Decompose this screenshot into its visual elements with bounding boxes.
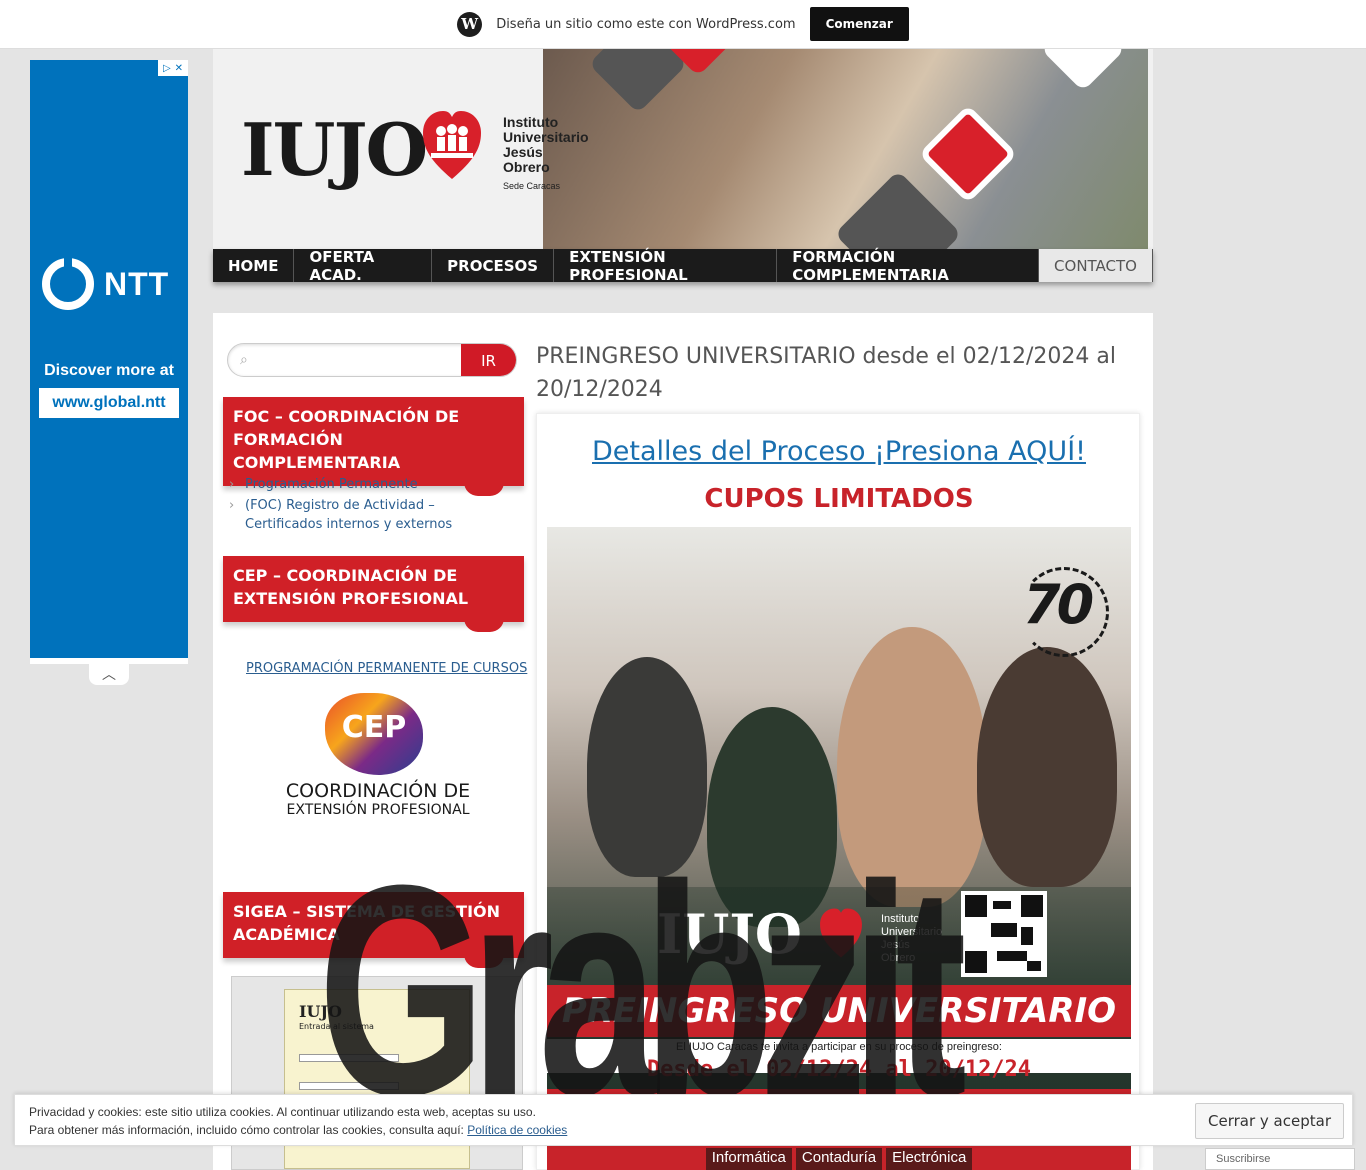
nav-item-procesos[interactable]: PROCESOS xyxy=(432,249,555,282)
adchoices-triangle-icon[interactable]: ▷ xyxy=(163,63,171,74)
poster-institute-line: Obrero xyxy=(881,952,916,964)
sigea-field xyxy=(299,1082,399,1090)
cep-logo-text: CEP xyxy=(341,710,407,745)
fe-y-alegria-heart-icon xyxy=(423,111,481,179)
sigea-subtitle: Entrada al sistema xyxy=(299,1022,374,1031)
limited-slots-text: CUPOS LIMITADOS xyxy=(704,484,974,514)
process-details-link[interactable]: Detalles del Proceso ¡Presiona AQUÍ! xyxy=(537,436,1141,467)
qr-module xyxy=(997,951,1027,961)
poster-institute-line: Jesús xyxy=(881,939,910,951)
chevron-up-icon[interactable]: ︿ xyxy=(89,663,129,685)
nav-item-home[interactable]: HOME xyxy=(213,249,295,282)
cookie-accept-button[interactable]: Cerrar y aceptar xyxy=(1195,1103,1344,1139)
widget-title-text: CEP – COORDINACIÓN DE EXTENSIÓN PROFESIO… xyxy=(233,566,469,608)
poster-heart-icon xyxy=(820,908,862,958)
list-item-link[interactable]: (FOC) Registro de Actividad – Certificad… xyxy=(227,496,507,534)
poster-institute-line: Universitario xyxy=(881,926,943,938)
iujo-logo-text: IUJO xyxy=(241,107,428,192)
poster-careers: Informática Contaduría Electrónica xyxy=(547,1145,1131,1170)
widget-title-text: SIGEA – SISTEMA DE GESTIÓN ACADÉMICA xyxy=(233,902,501,944)
qr-finder xyxy=(965,951,987,973)
poster-iujo-logo: IUJO xyxy=(657,902,802,966)
poster-dates: Desde el 02/12/24 al 20/12/24 xyxy=(646,1057,1032,1082)
wordpress-promo-bar: W Diseña un sitio como este con WordPres… xyxy=(0,0,1366,49)
student-figure xyxy=(587,657,707,877)
qr-module xyxy=(991,923,1017,937)
qr-module xyxy=(1027,961,1041,971)
cookie-banner: Privacidad y cookies: este sitio utiliza… xyxy=(14,1094,1353,1146)
poster-institute-line: Instituto xyxy=(881,913,920,925)
list-item-link[interactable]: Programación Permanente xyxy=(227,475,507,494)
poster-headline: PREINGRESO UNIVERSITARIO xyxy=(547,985,1131,1037)
sigea-field xyxy=(299,1054,399,1062)
career-tag: Contaduría xyxy=(795,1148,883,1170)
cookie-line-2: Para obtener más información, incluido c… xyxy=(29,1121,567,1139)
institute-line: Obrero xyxy=(503,159,550,175)
widget-title-tab xyxy=(464,618,504,632)
ad-discover-text: Discover more at xyxy=(44,362,174,379)
search-submit-button[interactable]: IR xyxy=(461,344,516,376)
cookie-text: Privacidad y cookies: este sitio utiliza… xyxy=(29,1103,567,1139)
close-icon[interactable]: ✕ xyxy=(175,63,183,74)
qr-finder xyxy=(965,895,987,917)
student-figure xyxy=(837,627,987,907)
badge-number: 70 xyxy=(1023,573,1094,636)
cookie-line-1: Privacidad y cookies: este sitio utiliza… xyxy=(29,1105,536,1119)
cep-logo-line1: COORDINACIÓN DE xyxy=(285,780,471,802)
widget-title-text: FOC – COORDINACIÓN DE FORMACIÓN COMPLEME… xyxy=(233,407,460,472)
sigea-logo-text: IUJO xyxy=(299,1002,342,1021)
qr-finder xyxy=(1021,895,1043,917)
qr-code[interactable] xyxy=(961,891,1047,977)
institute-name: Instituto Universitario Jesús Obrero Sed… xyxy=(503,115,589,194)
widget-title-foc: FOC – COORDINACIÓN DE FORMACIÓN COMPLEME… xyxy=(223,397,524,496)
career-tag: Electrónica xyxy=(886,1148,973,1170)
ntt-advertisement[interactable]: ▷ ✕ NTT Discover more at www.global.ntt xyxy=(30,60,188,658)
post-card: Detalles del Proceso ¡Presiona AQUÍ! CUP… xyxy=(536,413,1140,1170)
main-container: ⌕ IR FOC – COORDINACIÓN DE FORMACIÓN COM… xyxy=(213,313,1153,1170)
poster-institute-name: Instituto Universitario Jesús Obrero xyxy=(881,913,942,965)
wordpress-promo-text: Diseña un sitio como este con WordPress.… xyxy=(496,16,796,32)
search-input[interactable] xyxy=(262,344,472,376)
subscribe-button[interactable]: Suscribirse xyxy=(1205,1148,1355,1170)
start-button[interactable]: Comenzar xyxy=(809,7,909,41)
institute-sub: Sede Caracas xyxy=(503,181,561,191)
widget-title-sigea: SIGEA – SISTEMA DE GESTIÓN ACADÉMICA xyxy=(223,892,524,968)
institute-line: Jesús xyxy=(503,144,543,160)
career-tag: Informática xyxy=(705,1148,792,1170)
adchoices-icon[interactable]: ▷ ✕ xyxy=(158,60,188,76)
qr-module xyxy=(1021,927,1033,945)
main-navigation: HOME OFERTA ACAD. PROCESOS EXTENSIÓN PRO… xyxy=(213,248,1153,284)
nav-item-formacion[interactable]: FORMACIÓN COMPLEMENTARIA xyxy=(777,248,1040,284)
ntt-ring-icon xyxy=(42,258,94,310)
institute-line: Instituto xyxy=(503,114,559,130)
nav-item-contacto[interactable]: CONTACTO xyxy=(1039,249,1153,282)
qr-module xyxy=(993,901,1011,909)
cep-logo[interactable]: CEP COORDINACIÓN DE EXTENSIÓN PROFESIONA… xyxy=(273,688,483,823)
widget-title-tab xyxy=(464,954,504,968)
search-icon: ⌕ xyxy=(240,352,248,368)
cookie-policy-link[interactable]: Política de cookies xyxy=(467,1123,567,1137)
cookie-line-2-text: Para obtener más información, incluido c… xyxy=(29,1123,468,1137)
institute-line: Universitario xyxy=(503,129,589,145)
70-years-badge: 70 xyxy=(1019,567,1109,657)
cep-programacion-link[interactable]: PROGRAMACIÓN PERMANENTE DE CURSOS xyxy=(246,661,527,676)
ntt-brand: NTT xyxy=(104,265,170,302)
nav-item-extension[interactable]: EXTENSIÓN PROFESIONAL xyxy=(554,248,778,284)
wordpress-icon: W xyxy=(457,11,483,37)
preingreso-poster[interactable]: 70 IUJO Instituto Universitario Jesús Ob… xyxy=(547,527,1131,1170)
student-figure xyxy=(977,647,1117,887)
nav-item-oferta[interactable]: OFERTA ACAD. xyxy=(294,248,433,284)
foc-link-list: Programación Permanente (FOC) Registro d… xyxy=(227,475,507,536)
ntt-logo: NTT xyxy=(42,258,169,310)
site-header-banner[interactable]: IUJO Instituto Universitario Jesús Obrer… xyxy=(213,49,1153,249)
cep-logo-line2: EXTENSIÓN PROFESIONAL xyxy=(286,802,470,818)
page-title: PREINGRESO UNIVERSITARIO desde el 02/12/… xyxy=(536,344,1116,402)
ad-url-button[interactable]: www.global.ntt xyxy=(39,388,179,418)
widget-title-cep: CEP – COORDINACIÓN DE EXTENSIÓN PROFESIO… xyxy=(223,556,524,632)
search-form: ⌕ IR xyxy=(227,343,517,377)
